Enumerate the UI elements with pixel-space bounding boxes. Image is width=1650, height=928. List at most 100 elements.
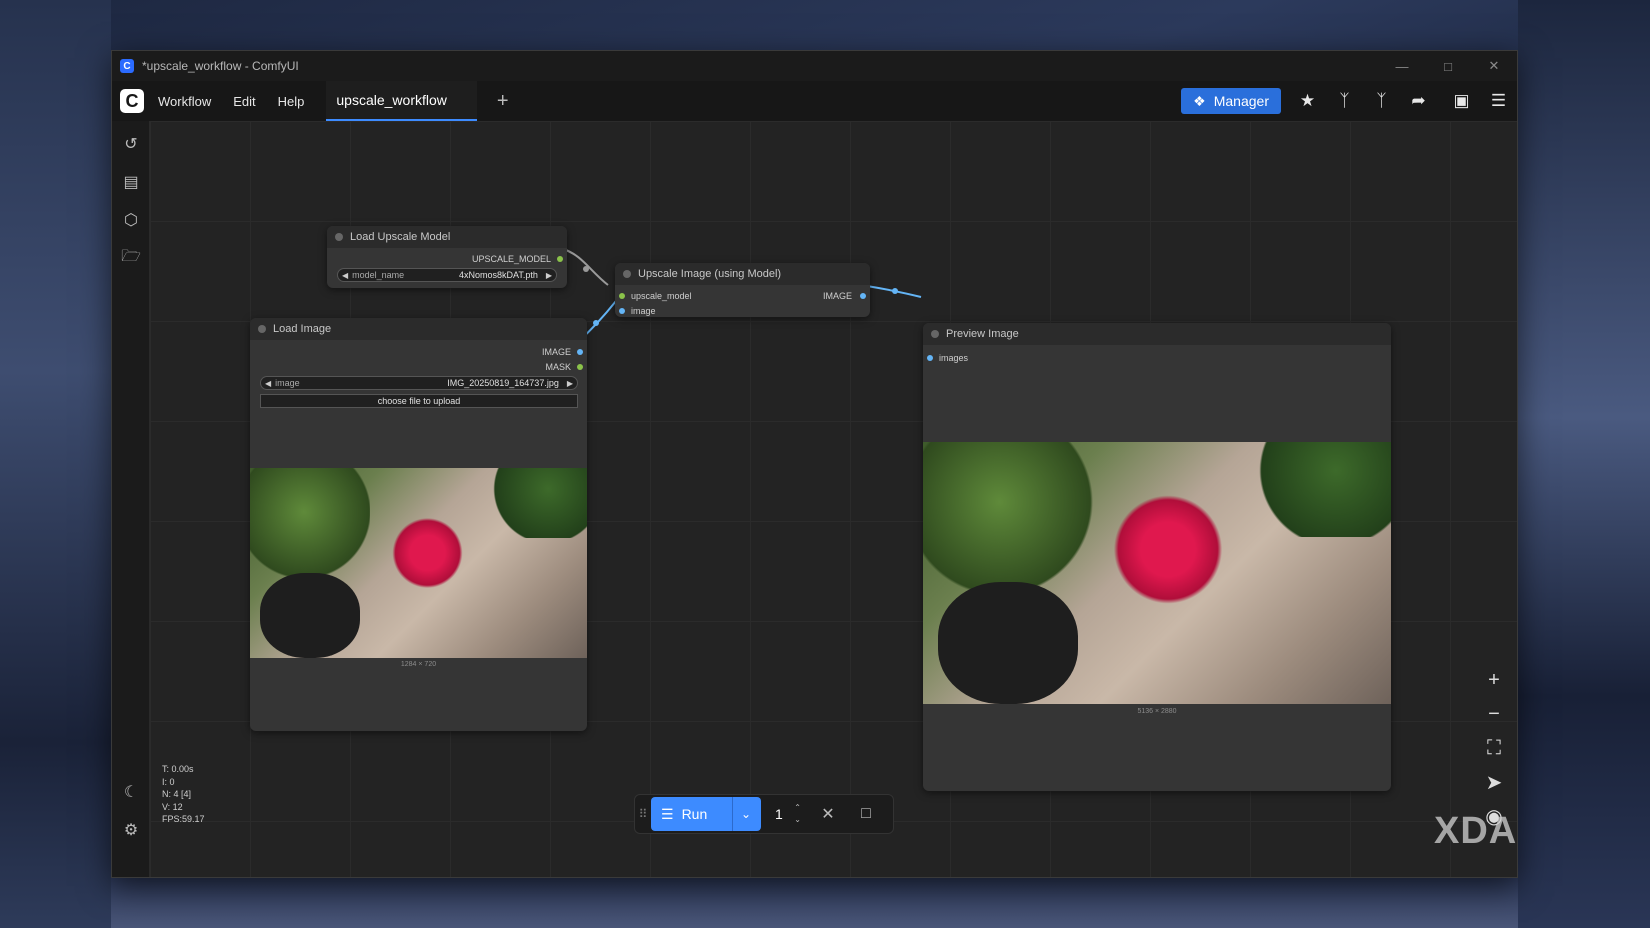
node-load-upscale-model[interactable]: Load Upscale Model UPSCALE_MODEL ◀ model…	[327, 226, 567, 288]
new-tab-button[interactable]: +	[497, 90, 509, 113]
comfyui-logo-icon[interactable]: C	[120, 89, 144, 113]
hamburger-menu-icon[interactable]: ☰	[1480, 81, 1517, 121]
comfyui-window: C *upscale_workflow - ComfyUI — □ ✕ C Wo…	[111, 50, 1518, 878]
node-title: Preview Image	[946, 328, 1019, 340]
slot-dot[interactable]	[860, 293, 866, 299]
link-upscale-model	[562, 248, 609, 286]
model-library-icon[interactable]: ᛉ	[1363, 81, 1400, 121]
node-upscale-image[interactable]: Upscale Image (using Model) upscale_mode…	[615, 263, 870, 317]
stop-square-icon[interactable]: □	[847, 805, 885, 823]
background-architecture-right	[1518, 0, 1650, 928]
image-combo[interactable]: ◀ image IMG_20250819_164737.jpg ▶	[260, 376, 578, 390]
upscaled-flower-photo	[923, 442, 1391, 704]
history-icon[interactable]: ↺	[112, 129, 150, 159]
window-controls: — □ ✕	[1379, 51, 1517, 81]
input-flower-photo	[250, 468, 587, 658]
canvas-stats: T: 0.00s I: 0 N: 4 [4] V: 12 FPS:59.17	[162, 763, 205, 826]
input-slot-images[interactable]: images	[927, 353, 968, 363]
node-title: Load Image	[273, 323, 332, 335]
menu-edit[interactable]: Edit	[233, 94, 255, 109]
node-preview-image[interactable]: Preview Image images 5136 × 2880	[923, 323, 1391, 791]
node-collapse-dot[interactable]	[258, 325, 266, 333]
node-graph-canvas[interactable]: Load Upscale Model UPSCALE_MODEL ◀ model…	[150, 121, 1517, 877]
drag-handle-icon[interactable]: ⠿	[635, 807, 651, 821]
left-sidebar: ↺ ▤ ⬡ 🗁 ☾ ⚙	[112, 121, 150, 877]
stat-time: T: 0.00s	[162, 764, 194, 774]
slot-dot[interactable]	[927, 355, 933, 361]
output-slot-image[interactable]: IMAGE	[542, 347, 583, 357]
node-load-image[interactable]: Load Image IMAGE MASK ◀ image IMG_202508…	[250, 318, 587, 731]
output-slot-upscale-model[interactable]: UPSCALE_MODEL	[472, 254, 563, 264]
star-icon[interactable]: ★	[1289, 81, 1326, 121]
minimize-icon[interactable]: —	[1379, 51, 1425, 81]
link-upscaled-image	[866, 285, 922, 298]
node-header[interactable]: Load Image	[250, 318, 587, 340]
queue-list-icon: ☰	[661, 805, 674, 822]
xda-watermark: XDA	[1434, 810, 1518, 852]
queue-icon[interactable]: ▤	[112, 167, 150, 197]
input-slot-upscale-model[interactable]: upscale_model	[619, 291, 692, 301]
model-name-combo[interactable]: ◀ model_name 4xNomos8kDAT.pth ▶	[337, 268, 557, 282]
background-architecture	[0, 0, 111, 928]
slot-label: IMAGE	[822, 291, 852, 301]
decrement-icon[interactable]: ⌄	[794, 814, 801, 826]
widget-value: 4xNomos8kDAT.pth	[458, 270, 538, 280]
slot-label: UPSCALE_MODEL	[471, 254, 551, 264]
slot-dot[interactable]	[619, 293, 625, 299]
node-collapse-dot[interactable]	[931, 330, 939, 338]
output-slot-mask[interactable]: MASK	[545, 362, 583, 372]
slot-dot[interactable]	[577, 364, 583, 370]
maximize-icon[interactable]: □	[1425, 51, 1471, 81]
stepper-arrows: ⌃ ⌄	[794, 802, 801, 826]
background-floor	[111, 878, 1518, 928]
combo-left-arrow-icon[interactable]: ◀	[338, 271, 352, 280]
settings-gear-icon[interactable]: ⚙	[112, 815, 150, 845]
zoom-out-icon[interactable]: −	[1475, 697, 1513, 731]
select-mode-icon[interactable]: ➤	[1475, 765, 1513, 799]
fit-view-icon[interactable]: ⛶	[1475, 731, 1513, 765]
node-header[interactable]: Preview Image	[923, 323, 1391, 345]
menu-help[interactable]: Help	[278, 94, 305, 109]
tab-upscale-workflow[interactable]: upscale_workflow	[326, 81, 477, 121]
node-collapse-dot[interactable]	[335, 233, 343, 241]
batch-count-stepper[interactable]: 1 ⌃ ⌄	[761, 797, 809, 831]
top-menubar: C Workflow Edit Help upscale_workflow + …	[112, 81, 1517, 121]
output-slot-image[interactable]: IMAGE	[823, 291, 866, 301]
run-button[interactable]: ☰ Run ⌄	[651, 797, 761, 831]
slot-label: MASK	[545, 362, 571, 372]
model-box-icon[interactable]: ⬡	[112, 205, 150, 235]
puzzle-icon: ❖	[1193, 92, 1206, 109]
manager-button[interactable]: ❖ Manager	[1181, 88, 1281, 114]
slot-label: IMAGE	[541, 347, 571, 357]
window-title: *upscale_workflow - ComfyUI	[142, 59, 299, 73]
slot-dot[interactable]	[557, 256, 563, 262]
toolbar-right: ❖ Manager ★ ᛉ ᛉ ➦ ▣ ☰	[1181, 81, 1517, 121]
stat-i: I: 0	[162, 776, 175, 787]
slot-label: image	[631, 306, 656, 316]
node-collapse-dot[interactable]	[623, 270, 631, 278]
slot-dot[interactable]	[619, 308, 625, 314]
cancel-icon[interactable]: ✕	[809, 804, 847, 824]
chevron-down-icon[interactable]: ⌄	[731, 797, 761, 831]
combo-right-arrow-icon[interactable]: ▶	[542, 271, 556, 280]
close-icon[interactable]: ✕	[1471, 51, 1517, 81]
zoom-in-icon[interactable]: +	[1475, 663, 1513, 697]
input-slot-image[interactable]: image	[619, 306, 656, 316]
widget-name: model_name	[352, 270, 405, 280]
increment-icon[interactable]: ⌃	[794, 802, 801, 814]
combo-right-arrow-icon[interactable]: ▶	[563, 379, 577, 388]
node-header[interactable]: Upscale Image (using Model)	[615, 263, 870, 285]
panel-toggle-icon[interactable]: ▣	[1443, 81, 1480, 121]
menu-workflow[interactable]: Workflow	[158, 94, 211, 109]
choose-file-button[interactable]: choose file to upload	[260, 394, 578, 408]
folder-icon[interactable]: 🗁	[112, 243, 150, 273]
batch-count-value[interactable]: 1	[775, 806, 783, 822]
node-library-icon[interactable]: ᛉ	[1326, 81, 1363, 121]
share-icon[interactable]: ➦	[1400, 81, 1437, 121]
image-size-label: 1284 × 720	[400, 661, 437, 668]
stat-fps: FPS:59.17	[162, 814, 205, 824]
node-header[interactable]: Load Upscale Model	[327, 226, 567, 248]
combo-left-arrow-icon[interactable]: ◀	[261, 379, 275, 388]
theme-moon-icon[interactable]: ☾	[112, 777, 150, 807]
slot-dot[interactable]	[577, 349, 583, 355]
